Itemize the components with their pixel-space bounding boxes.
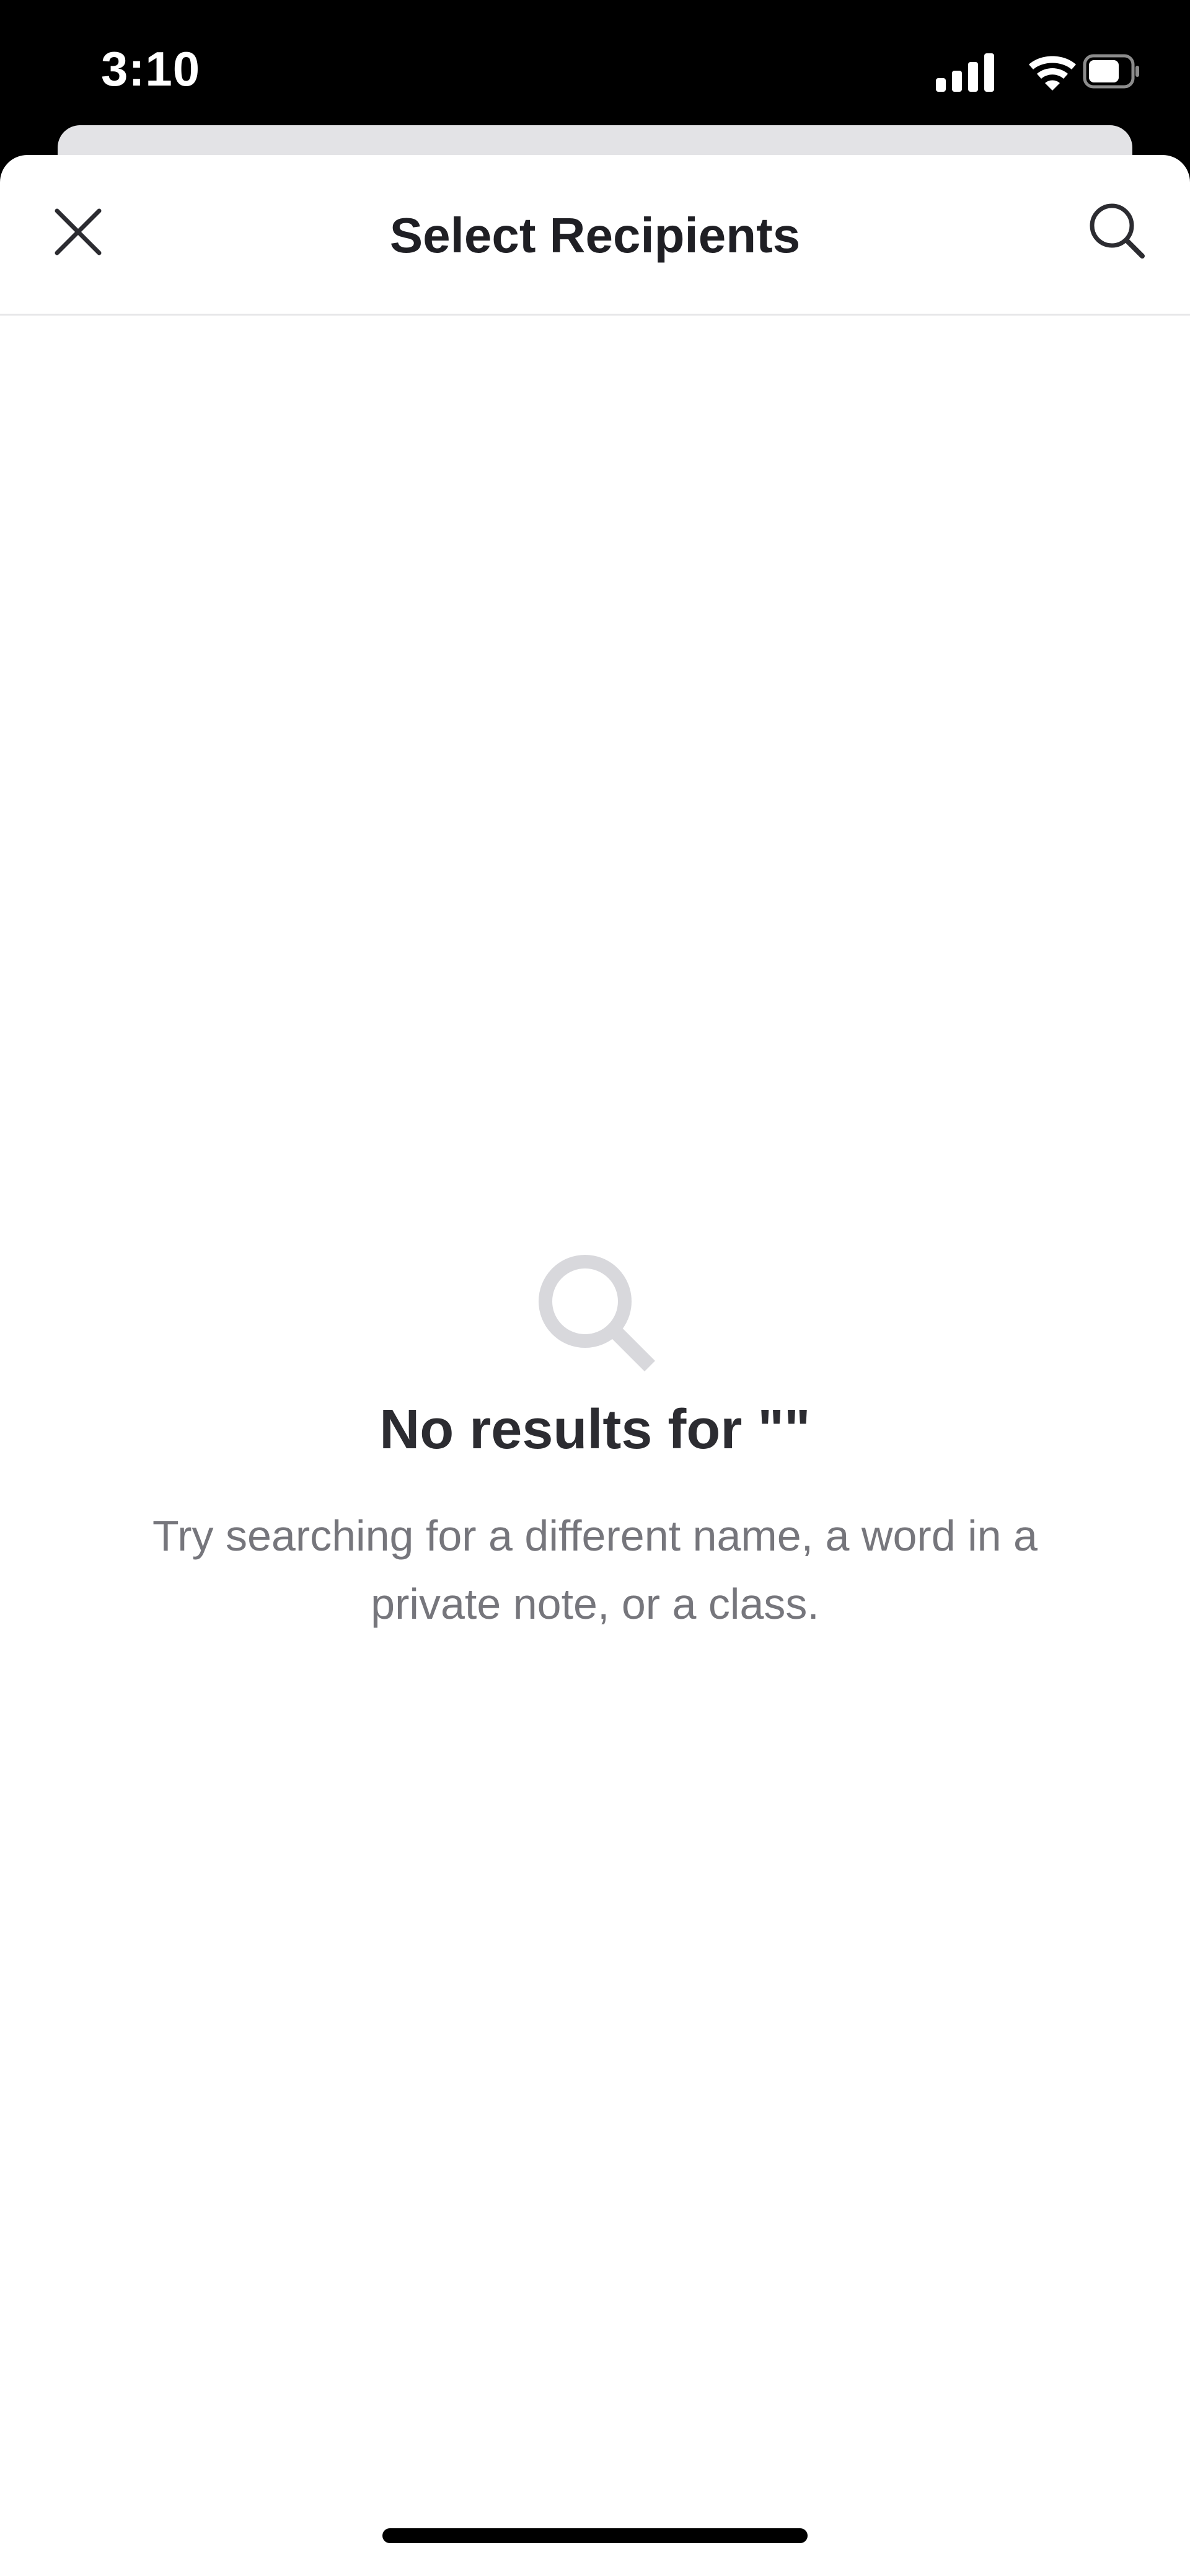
status-bar: 3:10 [0, 0, 1190, 124]
battery-icon [1083, 54, 1139, 89]
empty-state-message: Try searching for a different name, a wo… [152, 1512, 1038, 1628]
status-time: 3:10 [101, 42, 201, 96]
empty-state: No results for "" Try searching for a di… [0, 1249, 1190, 1638]
wifi-icon [1029, 56, 1076, 91]
nav-bar: Select Recipients [0, 155, 1190, 316]
empty-state-title: No results for "" [379, 1399, 811, 1461]
cellular-signal-icon [936, 53, 994, 92]
home-indicator [382, 2528, 808, 2543]
search-icon [1090, 203, 1145, 259]
select-recipients-sheet: Select Recipients No results for "" Try … [0, 155, 1190, 2576]
status-icons [936, 53, 1139, 92]
search-button[interactable] [1080, 193, 1154, 268]
page-title: Select Recipients [389, 208, 801, 263]
search-icon [539, 1255, 655, 1371]
